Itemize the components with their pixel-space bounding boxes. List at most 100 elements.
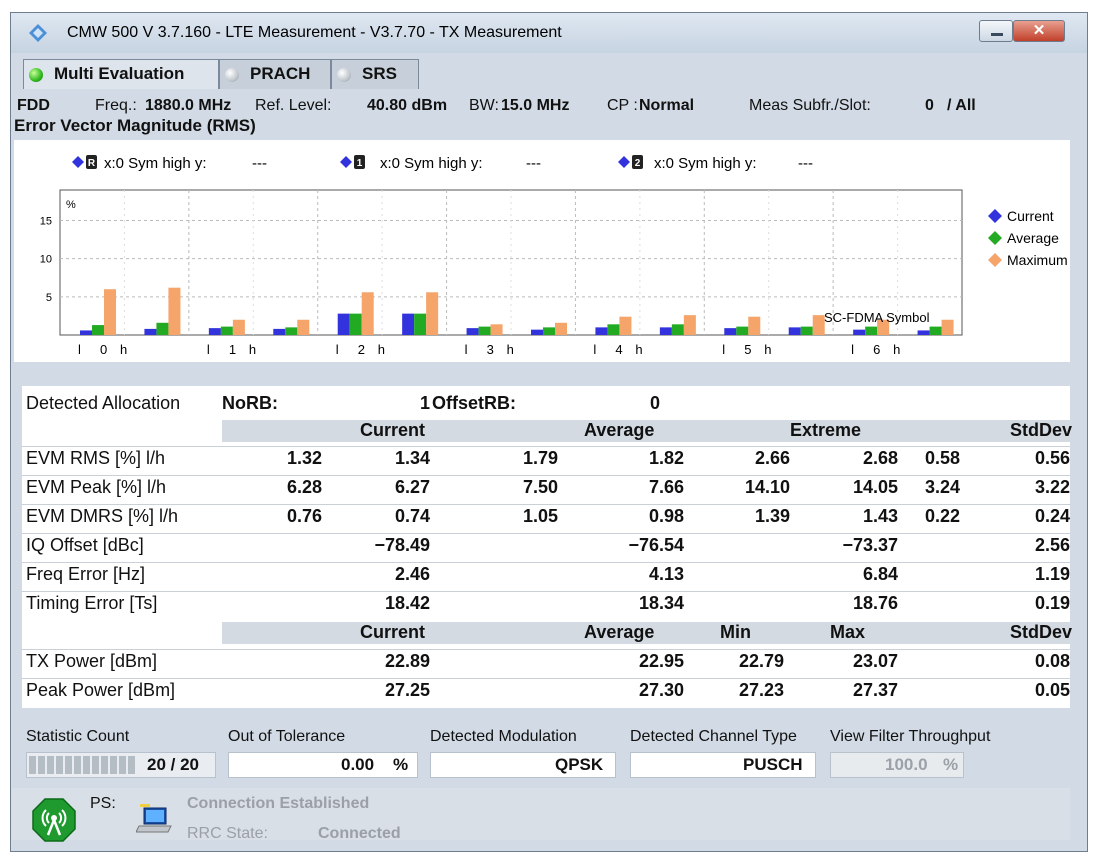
freq-label: Freq.: [95,97,137,114]
bw-value: 15.0 MHz [501,97,570,114]
legend-label: Maximum [1007,252,1068,268]
cell-value: −73.37 [842,535,898,555]
bar-average [929,326,942,335]
section-title: Error Vector Magnitude (RMS) [14,116,256,135]
legend-diamond-icon [988,253,1002,267]
row-label: Peak Power [dBm] [26,680,176,700]
x-tick-sub-label: l [722,342,725,357]
progress-segment [47,756,54,774]
bar-current [917,330,930,335]
bw-label: BW: [469,97,499,114]
cell-value: 0.76 [286,506,322,526]
tab-srs[interactable]: SRS [331,59,419,89]
x-tick-sub-label: l [336,342,339,357]
marker-1[interactable]: 1 x:0 Sym high y: --- [340,155,541,172]
tab-multi-evaluation[interactable]: Multi Evaluation [23,59,219,89]
cell-value: 27.25 [384,680,430,700]
x-tick-label: 5 [744,342,751,357]
tab-label: Multi Evaluation [54,64,185,83]
x-tick-label: 0 [100,342,107,357]
minimize-icon [991,33,1003,36]
cell-value: 1.39 [754,506,790,526]
duplex-mode: FDD [17,97,50,114]
detected-modulation-label: Detected Modulation [430,728,577,745]
marker-value: --- [526,155,541,172]
tab-prach[interactable]: PRACH [219,59,331,89]
y-tick-label: 5 [46,292,52,304]
close-icon: ✕ [1032,22,1046,39]
marker-badge-text: 2 [635,158,641,169]
statistic-count-field: 20 / 20 [26,752,216,778]
row-separator [22,591,1070,592]
marker-r[interactable]: R x:0 Sym high y: --- [72,155,267,172]
progress-segment [29,756,36,774]
out-of-tolerance-field: 0.00 % [228,752,418,778]
cell-value: 0.58 [924,448,960,468]
marker-2[interactable]: 2 x:0 Sym high y: --- [618,155,813,172]
progress-segment [110,756,117,774]
x-tick-sub-label: h [764,342,771,357]
bar-current [208,328,221,335]
cell-value: 1.79 [522,448,558,468]
bar-maximum [683,315,696,335]
cell-value: 1.32 [286,448,322,468]
close-button[interactable]: ✕ [1013,20,1065,42]
cell-value: 1.19 [1034,564,1070,584]
x-tick-sub-label: h [507,342,514,357]
cell-value: 2.68 [862,448,898,468]
bar-average [414,313,427,335]
bar-current [788,327,801,335]
cp-label: CP : [607,97,638,114]
x-tick-sub-label: h [893,342,900,357]
minimize-button[interactable] [979,20,1013,42]
norb-value: 1 [420,393,431,413]
marker-badge-text: R [88,158,96,169]
bar-average [607,324,620,335]
marker-diamond-icon [72,156,84,168]
offsetrb-value: 0 [650,393,661,413]
progress-segment [101,756,108,774]
x-tick-sub-label: l [851,342,854,357]
marker-value: --- [252,155,267,172]
out-of-tolerance-label: Out of Tolerance [228,728,346,745]
detected-modulation-value: QPSK [555,755,604,774]
progress-segment [119,756,126,774]
ref-level-label: Ref. Level: [255,97,332,114]
y-tick-label: 15 [40,216,52,228]
legend-label: Current [1007,208,1054,224]
detected-modulation-field: QPSK [430,752,616,778]
row-label: Freq Error [Hz] [26,564,146,584]
led-off-icon [337,68,351,82]
connection-status: Connection Established [187,795,370,812]
row-label: IQ Offset [dBc] [26,535,144,555]
x-tick-sub-label: l [593,342,596,357]
row-separator [22,446,1070,447]
bar-current [659,327,672,335]
statistic-count-label: Statistic Count [26,728,130,745]
cell-value: 0.74 [394,506,430,526]
bar-maximum [490,324,503,335]
subframe-label: Meas Subfr./Slot: [749,97,871,114]
evm-chart: R x:0 Sym high y: --- 1 x:0 Sym high y: … [14,140,1070,362]
x-tick-sub-label: l [465,342,468,357]
bar-average [865,326,878,335]
x-tick-label: 1 [229,342,236,357]
bar-maximum [104,289,116,335]
row-label: EVM DMRS [%] l/h [26,506,179,526]
bar-current [337,313,350,335]
row-label: EVM Peak [%] l/h [26,477,167,497]
ref-level-value: 40.80 dBm [367,97,448,114]
marker-value: --- [798,155,813,172]
row-separator [22,562,1070,563]
cell-value: −78.49 [374,535,430,555]
bar-maximum [361,292,374,335]
cell-value: 1.34 [394,448,430,468]
cell-value: 0.22 [924,506,960,526]
bar-maximum [555,322,567,335]
cell-value: 6.84 [862,564,898,584]
out-of-tolerance-unit: % [393,755,409,774]
cell-value: 27.30 [638,680,684,700]
cell-value: 7.66 [648,477,684,497]
progress-segment [38,756,45,774]
bar-current [724,328,737,335]
